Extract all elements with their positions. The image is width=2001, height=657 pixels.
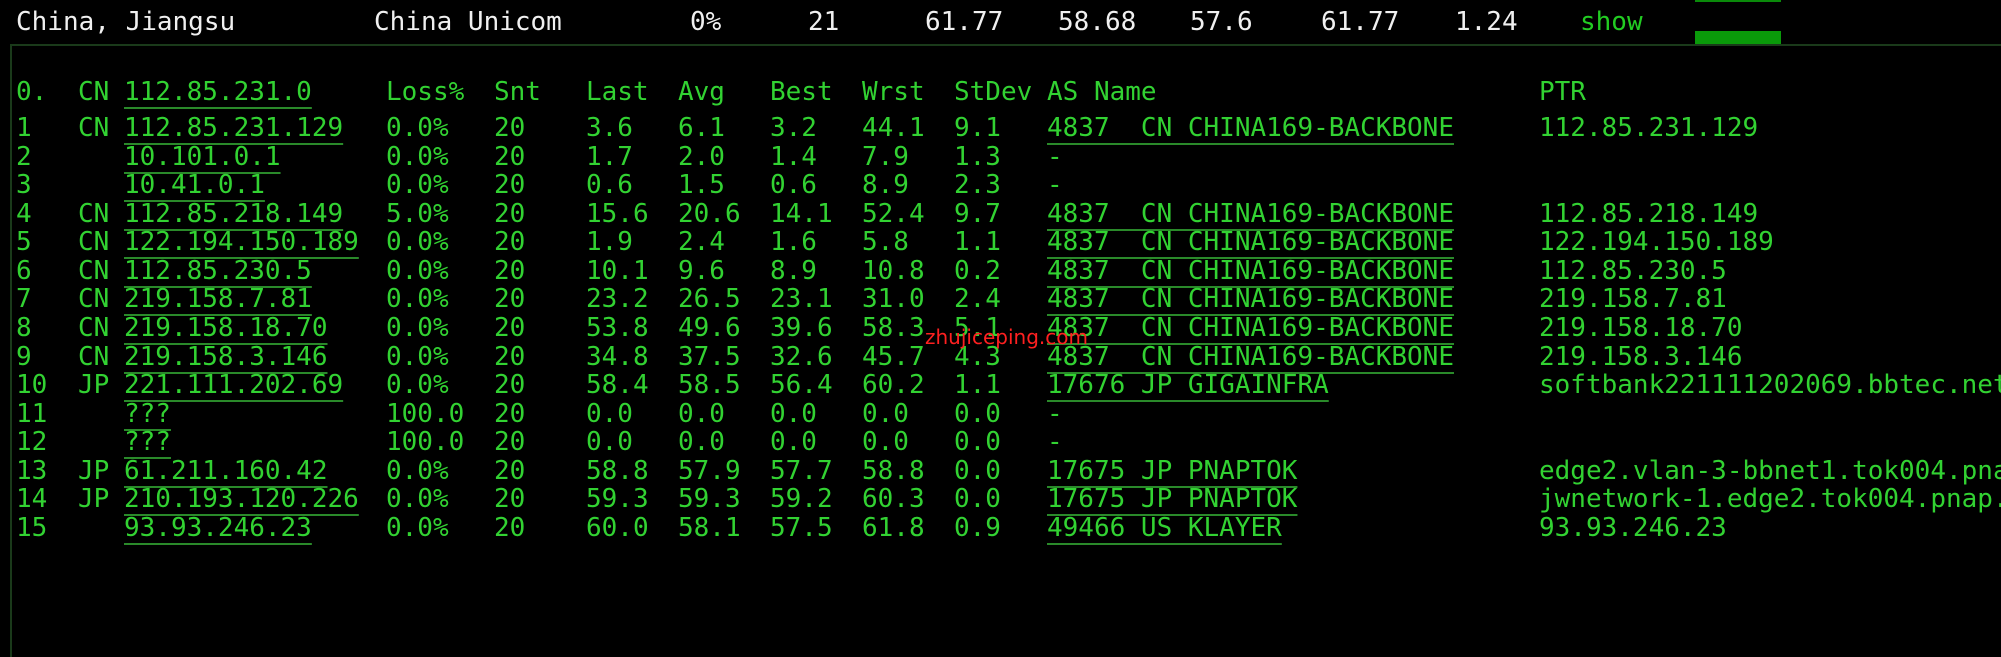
loss-value: 0.0% — [386, 513, 449, 543]
header-wrst: Wrst — [862, 77, 925, 107]
header-snt: Snt — [494, 77, 541, 107]
header-cc: CN — [78, 77, 110, 107]
avg-value: 58.1 — [678, 513, 741, 543]
last-value: 60.0 — [586, 513, 649, 543]
best-value: 57.5 — [770, 513, 833, 543]
ptr-value: 93.93.246.23 — [1539, 513, 1727, 543]
worst-value: 61.8 — [862, 513, 925, 543]
header-stdev: StDev — [954, 77, 1033, 107]
table-row: 15 93.93.246.23 0.0% 20 60.0 58.1 57.5 61.8 0.9 4… — [0, 510, 2001, 546]
header-ptr: PTR — [1539, 77, 1586, 107]
header-best: Best — [770, 77, 833, 107]
hop-number: 15 — [16, 513, 48, 543]
table-header: 0. CN 112.85.231.0 Loss% Snt Last Avg Be… — [0, 74, 2001, 110]
stdev-value: 0.9 — [954, 513, 1001, 543]
header-as-name: AS Name — [1047, 77, 1157, 107]
as-name-link[interactable]: 49466 US KLAYER — [1047, 510, 1282, 546]
header-avg: Avg — [678, 77, 725, 107]
sent-value: 20 — [494, 513, 526, 543]
header-loss: Loss% — [386, 77, 465, 107]
header-last: Last — [586, 77, 649, 107]
host-link[interactable]: 93.93.246.23 — [124, 510, 312, 546]
header-host[interactable]: 112.85.231.0 — [124, 74, 312, 110]
watermark: zhujiceping.com — [925, 325, 1088, 349]
header-hop: 0. — [16, 77, 48, 107]
